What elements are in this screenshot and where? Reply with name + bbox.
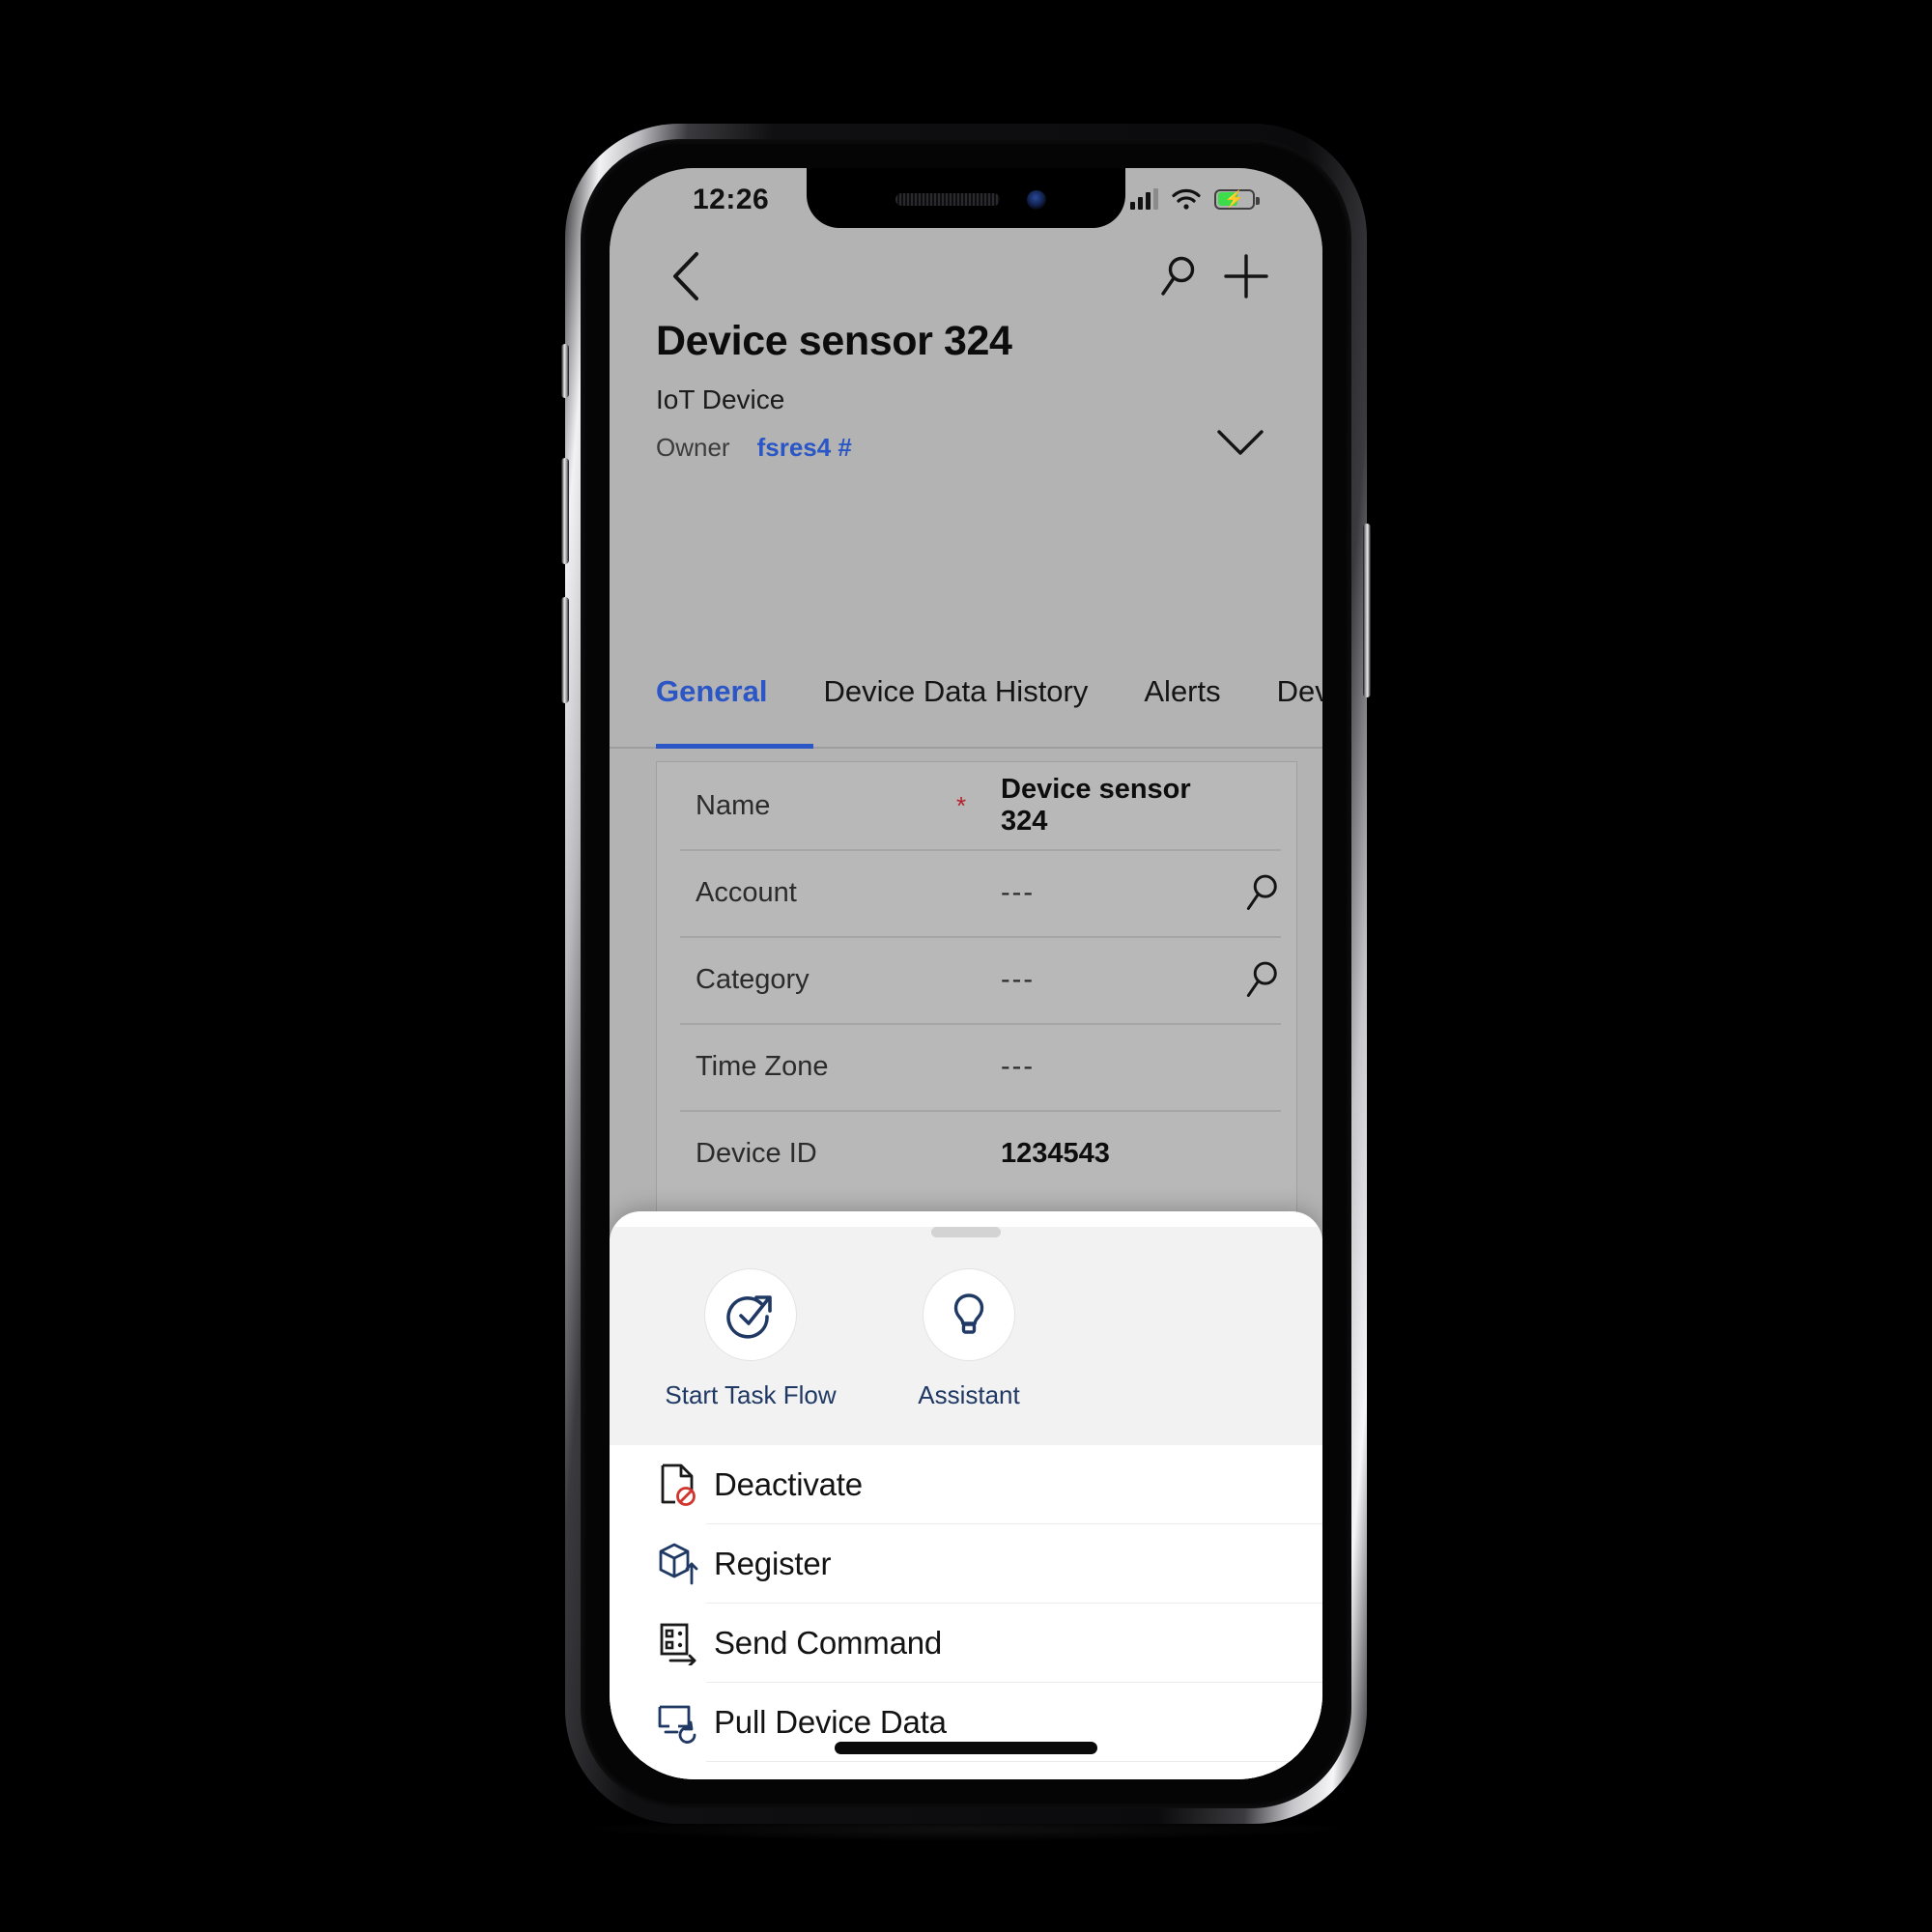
phone-device-frame: Device sensor 324 IoT Device Owner fsres… [561, 124, 1371, 1824]
menu-item-label: Pull Device Data [714, 1704, 947, 1740]
phone-screen: Device sensor 324 IoT Device Owner fsres… [610, 168, 1322, 1779]
tab-device-data-history[interactable]: Device Data History [823, 670, 1088, 709]
menu-item-send-command[interactable]: Send Command [610, 1604, 1322, 1683]
owner-link[interactable]: fsres4 # [757, 433, 852, 463]
command-menu-list: Deactivate Register Send Command Pull De… [610, 1445, 1322, 1779]
search-button[interactable] [1145, 242, 1212, 310]
wifi-icon [1172, 188, 1201, 210]
quick-action-assistant[interactable]: Assistant [872, 1268, 1065, 1410]
field-category[interactable]: Category --- [657, 936, 1296, 1023]
quick-action-label: Start Task Flow [665, 1380, 837, 1409]
sheet-drag-handle[interactable] [931, 1227, 1001, 1237]
cellular-signal-icon [1130, 188, 1158, 210]
phone-bezel: Device sensor 324 IoT Device Owner fsres… [581, 139, 1351, 1808]
quick-action-row: Start Task Flow Assistant [610, 1237, 1322, 1439]
notch [807, 168, 1125, 228]
search-icon [1246, 961, 1277, 997]
field-account[interactable]: Account --- [657, 849, 1296, 936]
tab-alerts[interactable]: Alerts [1144, 670, 1220, 709]
field-name[interactable]: Name * Device sensor 324 [657, 762, 1296, 849]
expand-header-button[interactable] [1214, 426, 1266, 464]
package-upload-icon [642, 1542, 714, 1586]
app-top-bar [610, 228, 1322, 325]
home-indicator[interactable] [835, 1742, 1097, 1754]
command-bar-bottom-sheet: Start Task Flow Assistant Deactivate Reg… [610, 1211, 1322, 1779]
field-time-zone[interactable]: Time Zone --- [657, 1023, 1296, 1110]
back-button[interactable] [652, 242, 720, 310]
category-lookup-button[interactable] [1229, 958, 1296, 1001]
status-bar-clock: 12:26 [693, 184, 770, 215]
field-value: Device sensor 324 [1001, 774, 1191, 837]
chevron-left-icon [673, 252, 698, 300]
field-value: --- [1001, 876, 1035, 908]
field-label: Name [696, 789, 771, 821]
entity-type-label: IoT Device [656, 384, 785, 414]
charging-bolt-glyph: ⚡ [1224, 189, 1245, 209]
lightbulb-icon [953, 1293, 984, 1334]
menu-item-refresh[interactable]: Refresh [610, 1762, 1322, 1779]
task-flow-icon [726, 1295, 772, 1339]
field-value: --- [1001, 1050, 1035, 1082]
document-block-icon [642, 1463, 714, 1507]
quick-action-circle [704, 1268, 797, 1361]
menu-item-register[interactable]: Register [610, 1524, 1322, 1604]
field-value: 1234543 [1001, 1137, 1110, 1169]
mute-switch-button[interactable] [561, 344, 569, 398]
record-header: Device sensor 324 IoT Device Owner fsres… [610, 318, 1322, 463]
plus-icon [1224, 254, 1268, 298]
active-tab-indicator [656, 744, 813, 749]
volume-up-button[interactable] [561, 458, 569, 564]
sheet-quick-actions-section: Start Task Flow Assistant [610, 1227, 1322, 1445]
field-value: --- [1001, 963, 1035, 995]
menu-item-label: Send Command [714, 1625, 943, 1661]
status-bar-indicators: ⚡ [1130, 187, 1260, 211]
add-record-button[interactable] [1212, 242, 1280, 310]
tab-bar: General Device Data History Alerts Devic… [610, 670, 1322, 746]
quick-action-start-task-flow[interactable]: Start Task Flow [654, 1268, 847, 1410]
field-label: Time Zone [696, 1050, 829, 1082]
screenshot-stage: Device sensor 324 IoT Device Owner fsres… [0, 0, 1932, 1932]
search-icon [1246, 874, 1277, 910]
quick-action-circle [923, 1268, 1015, 1361]
field-device-id[interactable]: Device ID 1234543 [657, 1110, 1296, 1197]
search-icon [1161, 256, 1195, 296]
field-label: Device ID [696, 1137, 817, 1169]
earpiece-speaker-icon [895, 193, 1000, 206]
front-camera-icon [1027, 190, 1046, 210]
quick-action-label: Assistant [918, 1380, 1020, 1409]
power-button[interactable] [1363, 524, 1371, 697]
menu-item-label: Deactivate [714, 1466, 863, 1502]
required-asterisk: * [956, 790, 967, 820]
tab-general[interactable]: General [656, 670, 767, 709]
tab-device-registration[interactable]: Device R [1277, 670, 1322, 709]
menu-item-deactivate[interactable]: Deactivate [610, 1445, 1322, 1524]
command-send-icon [642, 1621, 714, 1665]
field-label: Account [696, 876, 797, 908]
menu-item-label: Register [714, 1546, 832, 1581]
battery-charging-icon: ⚡ [1214, 188, 1260, 210]
owner-row: Owner fsres4 # [656, 433, 1276, 463]
account-lookup-button[interactable] [1229, 871, 1296, 914]
page-title: Device sensor 324 [656, 318, 1012, 364]
chevron-down-icon [1217, 430, 1264, 455]
volume-down-button[interactable] [561, 597, 569, 703]
monitor-refresh-icon [642, 1701, 714, 1744]
field-label: Category [696, 963, 810, 995]
owner-label: Owner [656, 433, 730, 462]
